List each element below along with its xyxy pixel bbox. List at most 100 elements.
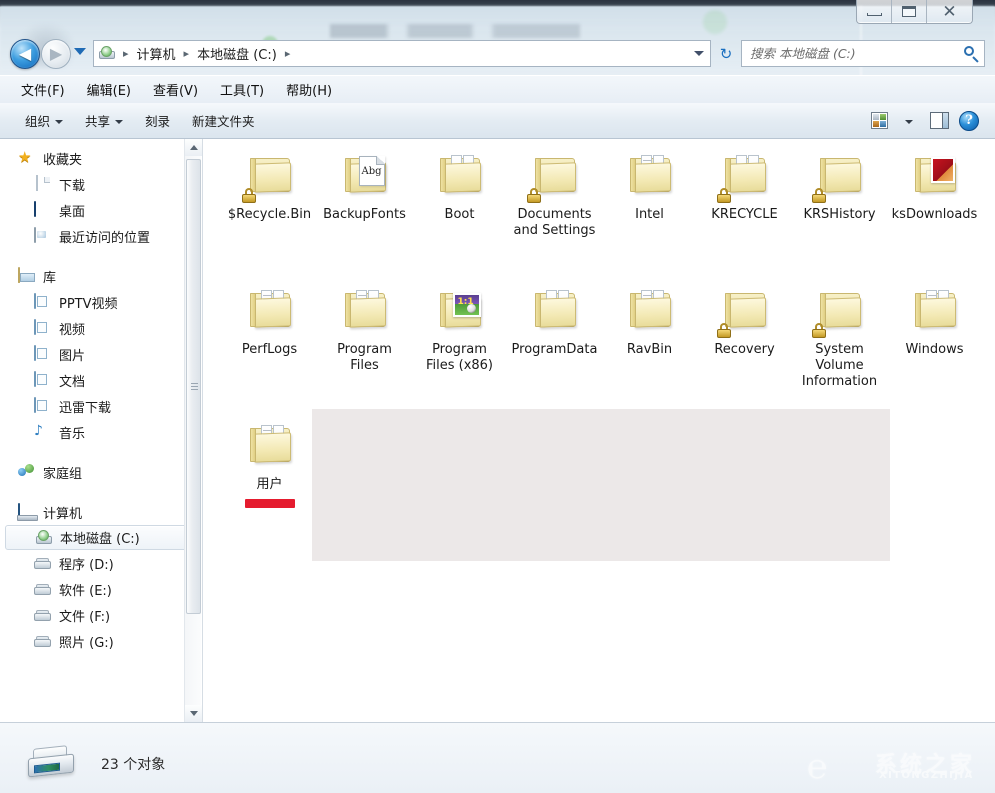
share-label: 共享 (85, 111, 110, 130)
organize-button[interactable]: 组织 (14, 105, 74, 136)
chevron-down-icon (905, 120, 913, 124)
navigation-bar: ◀ ▶ ▸ 计算机 ▸ 本地磁盘 (C:) ▸ ↻ (0, 33, 995, 75)
lock-icon (527, 188, 541, 203)
sidebar-item-videos[interactable]: 视频 (0, 315, 202, 341)
nav-header-libraries[interactable]: 库 (0, 263, 202, 289)
file-name-label: Intel (607, 207, 693, 223)
file-item[interactable]: Recovery (697, 282, 792, 417)
menu-edit[interactable]: 编辑(E) (76, 76, 142, 103)
homegroup-icon (18, 464, 36, 481)
navigation-pane: ★ 收藏夹 下载 桌面 最近访问的位置 (0, 139, 203, 722)
file-item[interactable]: System Volume Information (792, 282, 887, 417)
new-folder-button[interactable]: 新建文件夹 (181, 105, 266, 136)
scroll-up-button[interactable] (185, 139, 202, 156)
sidebar-item-recent-places[interactable]: 最近访问的位置 (0, 223, 202, 249)
sidebar-item-pictures[interactable]: 图片 (0, 341, 202, 367)
search-box[interactable] (741, 40, 985, 67)
breadcrumb-item-computer[interactable]: 计算机 (134, 42, 179, 65)
file-item[interactable]: RavBin (602, 282, 697, 417)
chevron-down-icon (55, 120, 63, 124)
sidebar-item-downloads[interactable]: 下载 (0, 171, 202, 197)
burn-button[interactable]: 刻录 (134, 105, 181, 136)
file-item[interactable]: KRECYCLE (697, 147, 792, 282)
file-name-label: KRSHistory (797, 207, 883, 223)
chevron-up-icon (190, 145, 198, 150)
sidebar-item-local-disk-c[interactable]: 本地磁盘 (C:) (5, 525, 197, 550)
nav-label: 家庭组 (43, 463, 82, 482)
sidebar-item-pptv-video[interactable]: PPTV视频 (0, 289, 202, 315)
file-item[interactable]: ksDownloads (887, 147, 982, 282)
scroll-down-button[interactable] (185, 705, 202, 722)
nav-spacer (0, 485, 202, 499)
menu-view[interactable]: 查看(V) (142, 76, 209, 103)
sidebar-item-thunder-downloads[interactable]: 迅雷下载 (0, 393, 202, 419)
drive-icon (34, 584, 52, 597)
minimize-button[interactable] (857, 0, 892, 23)
item-count-label: 23 个对象 (101, 754, 165, 774)
sidebar-item-drive-f[interactable]: 文件 (F:) (0, 602, 202, 628)
drive-icon (34, 558, 52, 571)
menu-help[interactable]: 帮助(H) (275, 76, 343, 103)
menu-file[interactable]: 文件(F) (10, 76, 76, 103)
file-name-label: Boot (417, 207, 503, 223)
library-folder-icon (34, 294, 52, 311)
folder-icon (717, 153, 773, 203)
refresh-icon: ↻ (720, 45, 733, 63)
sidebar-item-desktop[interactable]: 桌面 (0, 197, 202, 223)
breadcrumb-item-local-disk[interactable]: 本地磁盘 (C:) (194, 42, 280, 65)
local-disk-icon (98, 46, 116, 62)
file-item[interactable]: Intel (602, 147, 697, 282)
maximize-button[interactable] (892, 0, 927, 23)
sidebar-item-drive-d[interactable]: 程序 (D:) (0, 550, 202, 576)
file-item[interactable]: Program Files (317, 282, 412, 417)
folder-icon (812, 288, 868, 338)
sidebar-scrollbar[interactable] (184, 139, 201, 722)
file-item[interactable]: Documents and Settings (507, 147, 602, 282)
nav-spacer (0, 445, 202, 459)
folder-icon (812, 153, 868, 203)
file-list-pane[interactable]: $Recycle.Bin Abg BackupFonts (204, 139, 995, 722)
nav-header-computer[interactable]: 计算机 (0, 499, 202, 525)
forward-button[interactable]: ▶ (41, 39, 71, 69)
hard-drive-icon (28, 747, 76, 779)
back-button[interactable]: ◀ (10, 39, 40, 69)
menu-tools[interactable]: 工具(T) (209, 76, 275, 103)
close-icon: ✕ (942, 4, 958, 20)
status-bar-inner: 23 个对象 (0, 723, 995, 793)
nav-header-homegroup[interactable]: 家庭组 (0, 459, 202, 485)
address-dropdown-button[interactable] (690, 42, 708, 66)
address-bar[interactable]: ▸ 计算机 ▸ 本地磁盘 (C:) ▸ (93, 40, 711, 67)
help-button[interactable]: ? (955, 108, 983, 134)
preview-pane-button[interactable] (925, 108, 953, 134)
recent-pages-dropdown[interactable] (74, 48, 86, 55)
file-item[interactable]: KRSHistory (792, 147, 887, 282)
refresh-button[interactable]: ↻ (713, 40, 739, 67)
desktop-backdrop: ✕ ◀ ▶ ▸ 计算机 ▸ 本地磁盘 (C:) ▸ (0, 0, 995, 793)
sidebar-item-drive-e[interactable]: 软件 (E:) (0, 576, 202, 602)
file-item[interactable]: Boot (412, 147, 507, 282)
highlight-underline (245, 499, 295, 508)
sidebar-item-documents[interactable]: 文档 (0, 367, 202, 393)
folder-icon (337, 288, 393, 338)
folder-icon (527, 288, 583, 338)
file-item[interactable]: ProgramData (507, 282, 602, 417)
file-item[interactable]: 1:1 Program Files (x86) (412, 282, 507, 417)
new-folder-label: 新建文件夹 (192, 111, 255, 130)
change-view-button[interactable] (865, 108, 893, 134)
view-options-dropdown[interactable] (895, 108, 923, 134)
file-item[interactable]: PerfLogs (222, 282, 317, 417)
scrollbar-thumb[interactable] (186, 159, 201, 614)
file-name-label: 用户 (227, 477, 313, 493)
close-button[interactable]: ✕ (927, 0, 972, 23)
nav-header-favorites[interactable]: ★ 收藏夹 (0, 145, 202, 171)
file-item[interactable]: $Recycle.Bin (222, 147, 317, 282)
file-item[interactable]: Abg BackupFonts (317, 147, 412, 282)
search-icon[interactable] (962, 45, 980, 63)
file-item[interactable]: Windows (887, 282, 982, 417)
share-button[interactable]: 共享 (74, 105, 134, 136)
file-item[interactable]: 用户 (222, 417, 317, 552)
sidebar-item-drive-g[interactable]: 照片 (G:) (0, 628, 202, 654)
lock-icon (717, 188, 731, 203)
sidebar-item-music[interactable]: ♪ 音乐 (0, 419, 202, 445)
search-input[interactable] (750, 46, 962, 61)
